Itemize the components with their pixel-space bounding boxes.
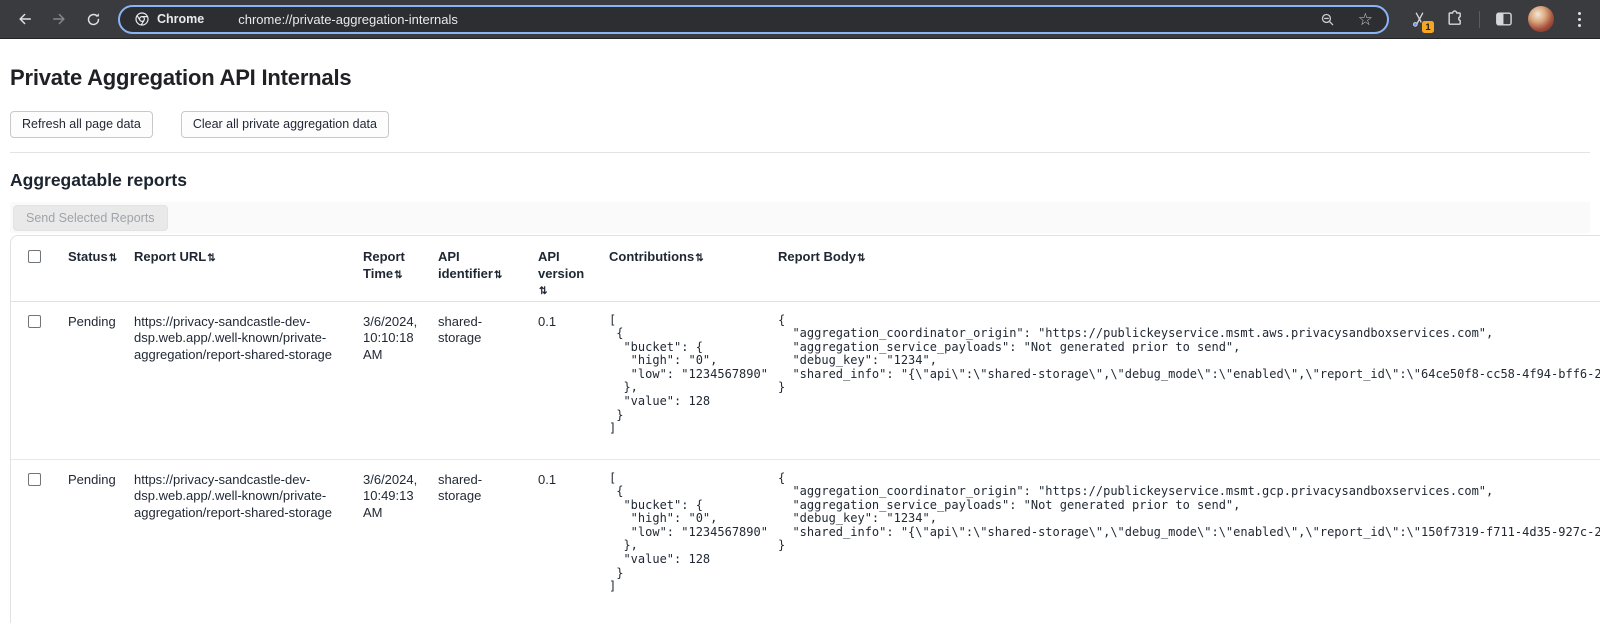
profile-avatar[interactable] — [1528, 6, 1554, 32]
back-arrow-icon — [16, 10, 34, 28]
reload-button[interactable] — [78, 4, 108, 34]
cell-report-body-json: { "aggregation_coordinator_origin": "htt… — [778, 472, 1600, 554]
reload-icon — [85, 11, 102, 28]
sort-icon: ⇅ — [394, 270, 402, 281]
table-row: Pending https://privacy-sandcastle-dev-d… — [11, 302, 1600, 460]
table-header-row: Status⇅ Report URL⇅ Report Time⇅ API ide… — [11, 236, 1600, 302]
refresh-all-button[interactable]: Refresh all page data — [10, 111, 153, 138]
cell-api-identifier: shared-storage — [438, 302, 538, 460]
clear-all-button[interactable]: Clear all private aggregation data — [181, 111, 389, 138]
zoom-search-icon[interactable] — [1319, 11, 1336, 28]
back-button[interactable] — [10, 4, 40, 34]
page-title: Private Aggregation API Internals — [10, 65, 1600, 91]
section-divider — [10, 152, 1590, 153]
site-chip-label: Chrome — [157, 12, 204, 26]
browser-toolbar: Chrome chrome://private-aggregation-inte… — [0, 0, 1600, 39]
cell-report-time: 3/6/2024, 10:49:13 AM — [363, 460, 438, 623]
sort-icon: ⇅ — [109, 253, 117, 264]
cell-report-time: 3/6/2024, 10:10:18 AM — [363, 302, 438, 460]
browser-menu-button[interactable] — [1568, 8, 1590, 30]
cell-contributions-json: [ { "bucket": { "high": "0", "low": "123… — [609, 314, 762, 436]
forward-button[interactable] — [44, 4, 74, 34]
header-report-url[interactable]: Report URL⇅ — [134, 236, 363, 302]
cell-api-version: 0.1 — [538, 460, 609, 623]
send-selected-reports-button[interactable]: Send Selected Reports — [13, 205, 168, 231]
sort-icon: ⇅ — [494, 270, 502, 281]
table-row: Pending https://privacy-sandcastle-dev-d… — [11, 460, 1600, 623]
address-bar[interactable]: Chrome chrome://private-aggregation-inte… — [118, 5, 1389, 34]
sort-icon: ⇅ — [857, 253, 865, 264]
cell-api-version: 0.1 — [538, 302, 609, 460]
cell-api-identifier: shared-storage — [438, 460, 538, 623]
tool-count-badge: 1 — [1421, 20, 1435, 34]
forward-arrow-icon — [50, 10, 68, 28]
side-panel-icon[interactable] — [1494, 9, 1514, 29]
cell-contributions-json: [ { "bucket": { "high": "0", "low": "123… — [609, 472, 762, 594]
chrome-logo-icon — [134, 11, 150, 27]
select-all-checkbox[interactable] — [28, 250, 41, 263]
row-checkbox[interactable] — [28, 315, 41, 328]
section-title: Aggregatable reports — [10, 170, 1600, 191]
cell-status: Pending — [68, 460, 134, 623]
sort-icon: ⇅ — [207, 253, 215, 264]
toolbar-separator — [1479, 11, 1480, 28]
header-contributions[interactable]: Contributions⇅ — [609, 236, 778, 302]
site-chip: Chrome — [134, 11, 204, 27]
cell-report-url: https://privacy-sandcastle-dev-dsp.web.a… — [134, 460, 363, 623]
header-status[interactable]: Status⇅ — [68, 236, 134, 302]
cell-status: Pending — [68, 302, 134, 460]
reports-toolbar: Send Selected Reports — [10, 202, 1590, 233]
cell-report-body-json: { "aggregation_coordinator_origin": "htt… — [778, 314, 1600, 396]
sort-icon: ⇅ — [539, 286, 547, 297]
header-report-body[interactable]: Report Body⇅ — [778, 236, 1600, 302]
sort-icon: ⇅ — [695, 253, 703, 264]
extensions-puzzle-icon[interactable] — [1445, 9, 1465, 29]
screenshot-tool-button[interactable]: 1 — [1407, 6, 1431, 32]
header-api-identifier[interactable]: API identifier⇅ — [438, 236, 538, 302]
url-text[interactable]: chrome://private-aggregation-internals — [238, 12, 1309, 27]
cell-report-url: https://privacy-sandcastle-dev-dsp.web.a… — [134, 302, 363, 460]
header-report-time[interactable]: Report Time⇅ — [363, 236, 438, 302]
header-api-version[interactable]: API version⇅ — [538, 236, 609, 302]
bookmark-star-icon[interactable]: ☆ — [1358, 11, 1373, 28]
row-checkbox[interactable] — [28, 473, 41, 486]
aggregatable-reports-table: Status⇅ Report URL⇅ Report Time⇅ API ide… — [10, 235, 1600, 623]
